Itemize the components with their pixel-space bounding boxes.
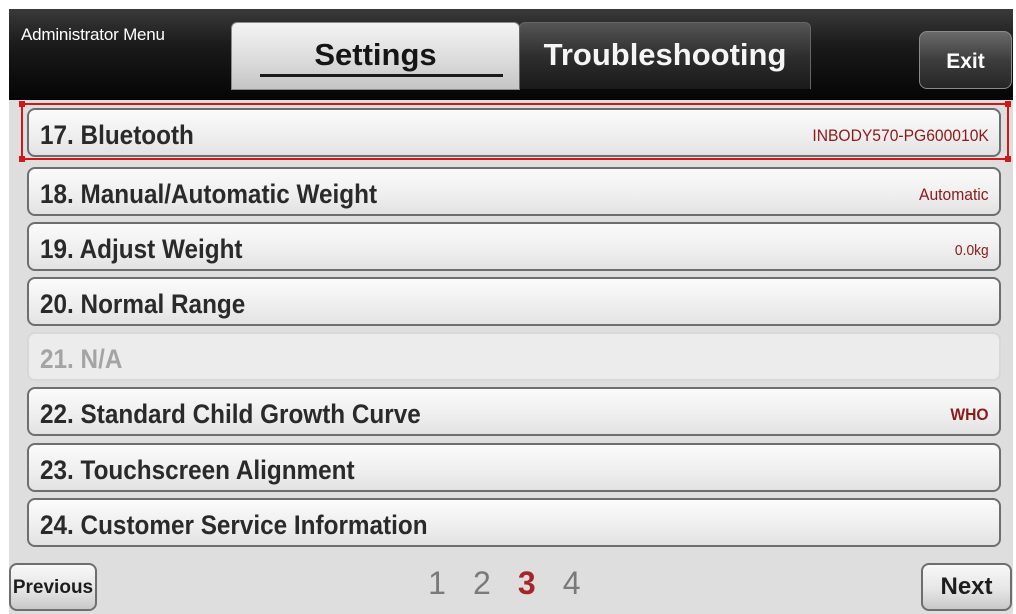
selection-handle [1005,156,1011,162]
settings-list: 17. Bluetooth INBODY570-PG600010K 18. Ma… [9,100,1013,561]
setting-item-manual-automatic-weight[interactable]: 18. Manual/Automatic Weight Automatic [27,167,1001,216]
selection-handle [19,101,25,107]
tab-settings-label: Settings [314,37,437,72]
current-page-number[interactable]: 3 [509,565,545,602]
setting-label: 21. N/A [40,344,123,374]
setting-item-adjust-weight[interactable]: 19. Adjust Weight 0.0kg [27,222,1001,271]
setting-value: 0.0kg [955,242,989,259]
setting-value: WHO [950,405,989,424]
page-number[interactable]: 2 [464,565,500,602]
tab-troubleshooting-label: Troubleshooting [543,37,787,72]
setting-item-normal-range[interactable]: 20. Normal Range [27,277,1001,326]
setting-item-touchscreen-alignment[interactable]: 23. Touchscreen Alignment [27,443,1001,492]
setting-label: 18. Manual/Automatic Weight [40,179,378,209]
next-button[interactable]: Next [921,563,1012,611]
setting-item-bluetooth[interactable]: 17. Bluetooth INBODY570-PG600010K [27,108,1001,157]
page-number[interactable]: 4 [554,565,590,602]
setting-label: 19. Adjust Weight [40,234,243,264]
setting-value: INBODY570-PG600010K [812,126,989,145]
exit-button[interactable]: Exit [919,31,1012,89]
tab-settings[interactable]: Settings [231,22,520,90]
previous-button[interactable]: Previous [9,563,97,611]
setting-label: 22. Standard Child Growth Curve [40,399,421,429]
page-number[interactable]: 1 [419,565,455,602]
setting-label: 24. Customer Service Information [40,510,428,540]
admin-menu-title: Administrator Menu [21,25,165,44]
admin-header: Administrator Menu Settings Troubleshoot… [9,9,1013,100]
setting-item-customer-service-information[interactable]: 24. Customer Service Information [27,498,1001,547]
tab-troubleshooting[interactable]: Troubleshooting [519,22,811,89]
setting-label: 23. Touchscreen Alignment [40,455,355,485]
setting-value: Automatic [919,185,989,204]
setting-item-na: 21. N/A [27,332,1001,381]
selection-handle [19,156,25,162]
page-indicator: 1 2 3 4 [419,565,590,611]
setting-item-standard-child-growth-curve[interactable]: 22. Standard Child Growth Curve WHO [27,387,1001,436]
active-tab-indicator [260,74,503,77]
selection-handle [1005,101,1011,107]
pagination-bar: Previous 1 2 3 4 Next [9,561,1013,614]
setting-label: 17. Bluetooth [40,120,194,150]
setting-label: 20. Normal Range [40,289,246,319]
